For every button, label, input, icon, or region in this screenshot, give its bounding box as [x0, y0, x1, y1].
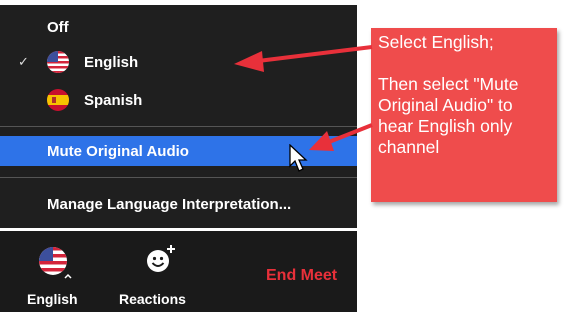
arrow-to-english	[234, 45, 373, 72]
mouse-cursor-icon	[289, 144, 308, 172]
arrow-to-mute-audio	[309, 123, 373, 151]
annotation-arrows	[234, 45, 373, 151]
